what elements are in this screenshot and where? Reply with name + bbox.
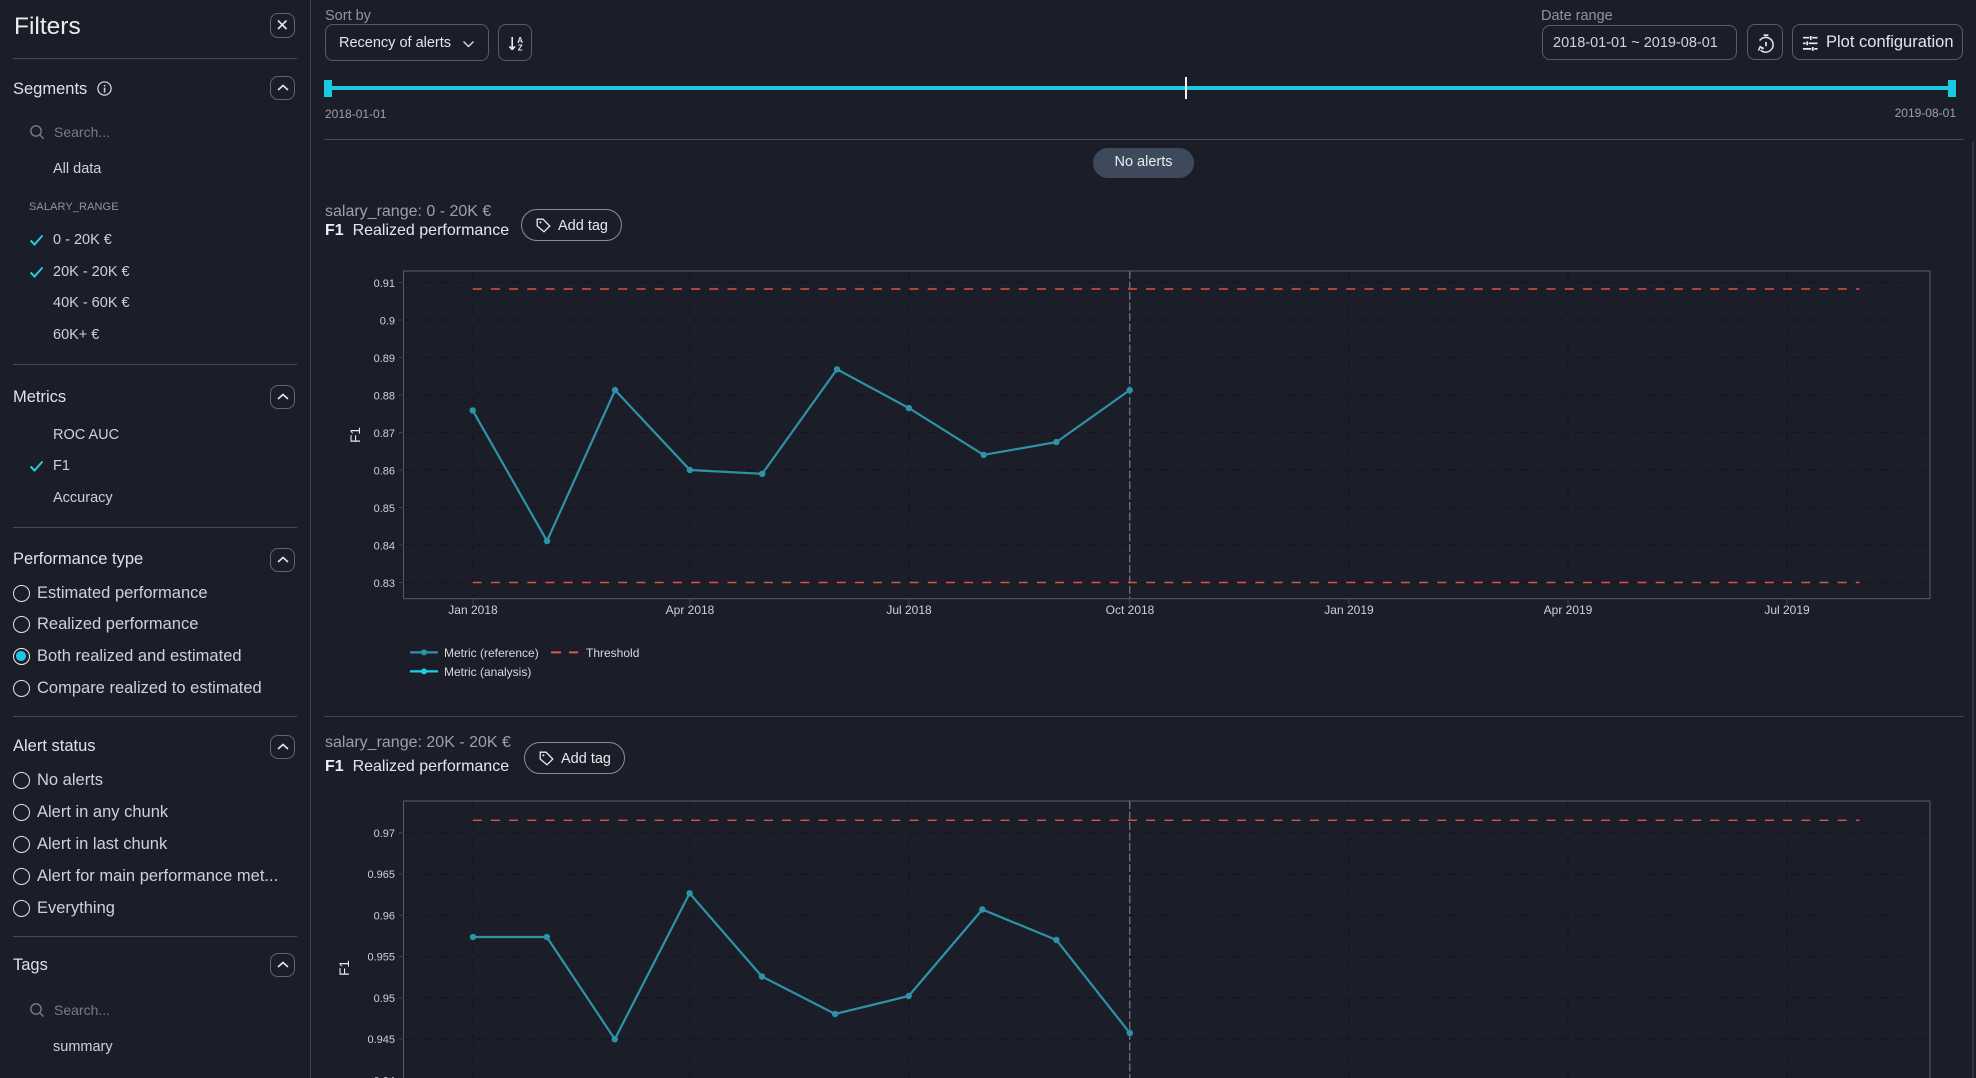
svg-text:0.97: 0.97 (374, 828, 395, 840)
svg-text:F1: F1 (348, 427, 363, 443)
svg-text:0.84: 0.84 (374, 540, 395, 552)
svg-text:Oct 2018: Oct 2018 (1106, 603, 1155, 617)
svg-text:0.86: 0.86 (374, 465, 395, 477)
svg-text:0.83: 0.83 (374, 578, 395, 590)
svg-text:Jul 2019: Jul 2019 (1764, 603, 1810, 617)
svg-text:0.955: 0.955 (367, 952, 395, 964)
svg-text:0.88: 0.88 (374, 390, 395, 402)
svg-text:Metric (reference): Metric (reference) (444, 646, 539, 660)
svg-text:0.89: 0.89 (374, 353, 395, 365)
svg-text:Jan 2019: Jan 2019 (1324, 603, 1374, 617)
svg-text:0.91: 0.91 (374, 278, 395, 290)
svg-text:0.945: 0.945 (367, 1034, 395, 1046)
svg-text:0.965: 0.965 (367, 869, 395, 881)
svg-text:0.96: 0.96 (374, 910, 395, 922)
svg-text:Jul 2018: Jul 2018 (886, 603, 932, 617)
svg-text:Apr 2019: Apr 2019 (1544, 603, 1593, 617)
svg-text:0.95: 0.95 (374, 993, 395, 1005)
svg-text:F1: F1 (337, 960, 352, 976)
svg-text:Jan 2018: Jan 2018 (448, 603, 498, 617)
svg-text:Apr 2018: Apr 2018 (666, 603, 715, 617)
svg-text:0.9: 0.9 (380, 315, 395, 327)
svg-text:Z: Z (518, 44, 523, 53)
svg-text:0.87: 0.87 (374, 428, 395, 440)
svg-text:0.85: 0.85 (374, 503, 395, 515)
svg-text:Threshold: Threshold (586, 646, 639, 660)
svg-text:Metric (analysis): Metric (analysis) (444, 665, 531, 679)
